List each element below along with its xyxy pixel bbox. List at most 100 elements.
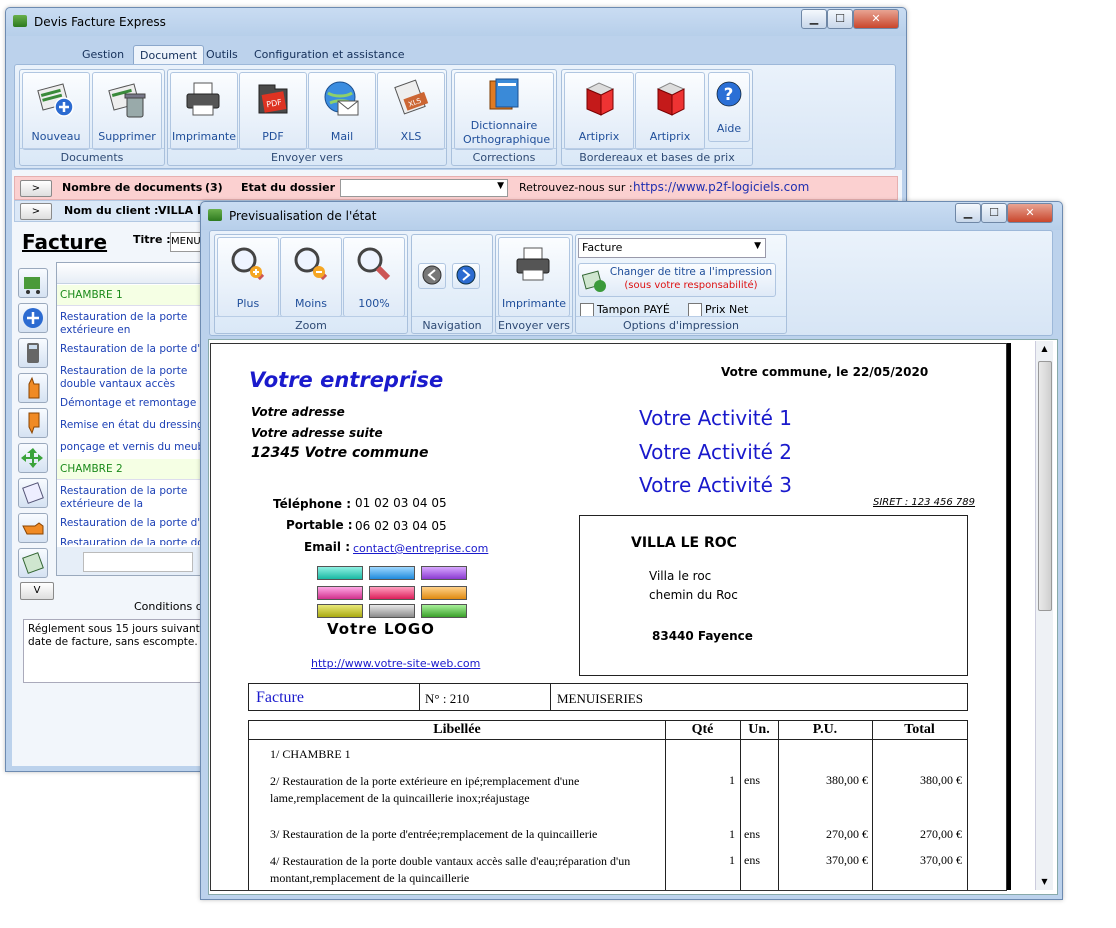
list-item[interactable]: Restauration de la porte double vantaux … xyxy=(60,365,200,391)
scroll-thumb[interactable] xyxy=(1038,361,1052,611)
website-link[interactable]: https://www.p2f-logiciels.com xyxy=(633,180,809,194)
maximize-button[interactable]: ☐ xyxy=(981,203,1007,223)
list-item[interactable]: Restauration de la porte dou xyxy=(60,537,202,545)
client-value: VILLA LE ROC xyxy=(158,204,203,217)
tab-gestion[interactable]: Gestion xyxy=(76,45,130,64)
zoom-out-icon xyxy=(294,247,328,281)
group-separator xyxy=(168,148,446,149)
close-button[interactable]: ✕ xyxy=(1007,203,1053,223)
collapse-button[interactable]: V xyxy=(20,582,54,600)
expand-info-button[interactable]: > xyxy=(20,180,52,197)
change-title-button[interactable]: Changer de titre a l'impression (sous vo… xyxy=(578,263,776,297)
email-link[interactable]: contact@entreprise.com xyxy=(353,542,488,555)
group-print-options: Facture ▼ Changer de titre a l'impressio… xyxy=(575,234,787,334)
logo-tile xyxy=(421,566,467,580)
doc-count-label: Nombre de documents xyxy=(62,181,203,194)
scroll-up-arrow-icon[interactable]: ▲ xyxy=(1036,341,1053,357)
company-address1: Votre adresse xyxy=(251,405,345,419)
list-item[interactable]: CHAMBRE 1 xyxy=(60,289,202,302)
website-link[interactable]: http://www.votre-site-web.com xyxy=(311,657,480,670)
new-button[interactable]: Nouveau xyxy=(22,72,90,150)
tab-document[interactable]: Document xyxy=(133,45,204,65)
list-item[interactable]: ponçage et vernis du meuble xyxy=(60,441,202,454)
list-item[interactable]: Restauration de la porte extérieure de l… xyxy=(60,485,200,511)
zoom-out-button[interactable]: Moins xyxy=(280,237,342,317)
phone-label: Téléphone : xyxy=(273,497,352,511)
scroll-down-arrow-icon[interactable]: ▼ xyxy=(1036,874,1053,890)
expand-client-button[interactable]: > xyxy=(20,203,52,220)
print-preview-button[interactable]: Imprimante xyxy=(498,237,570,317)
status-select[interactable]: ▼ xyxy=(340,179,508,197)
print-preview-label: Imprimante xyxy=(501,297,567,310)
list-item[interactable]: CHAMBRE 2 xyxy=(60,463,202,476)
tab-outils[interactable]: Outils xyxy=(200,45,244,64)
line-unit: ens xyxy=(744,853,760,867)
xls-icon: XLS xyxy=(394,79,429,115)
header-total: Total xyxy=(904,722,935,737)
logo-tile xyxy=(421,604,467,618)
preview-titlebar[interactable]: Previsualisation de l'état ▁ ☐ ✕ xyxy=(201,202,1062,230)
delete-button-label: Supprimer xyxy=(98,130,156,143)
title-input[interactable]: MENUISERIES xyxy=(170,232,202,252)
artiprix-button-1[interactable]: Artiprix xyxy=(564,72,634,150)
copy-button[interactable] xyxy=(18,478,48,508)
hand-up-button[interactable] xyxy=(18,373,48,403)
move-button[interactable] xyxy=(18,443,48,473)
nav-last-button[interactable] xyxy=(452,263,480,289)
minimize-button[interactable]: ▁ xyxy=(801,9,827,29)
line-total: 270,00 € xyxy=(920,827,962,841)
printer-button[interactable]: Imprimante xyxy=(170,72,238,150)
delete-button[interactable]: Supprimer xyxy=(92,72,162,150)
list-item[interactable]: Remise en état du dressing s xyxy=(60,419,202,432)
list-item[interactable]: Restauration de la porte extérieure en i… xyxy=(60,311,200,337)
help-button[interactable]: ? Aide xyxy=(708,72,750,142)
logo-tile xyxy=(369,566,415,580)
list-item[interactable]: Démontage et remontage de xyxy=(60,397,202,410)
zoom-in-label: Plus xyxy=(236,297,260,310)
hand-point-button[interactable] xyxy=(18,513,48,543)
dictionary-icon xyxy=(489,78,519,110)
vertical-scrollbar[interactable]: ▲ ▼ xyxy=(1035,341,1053,890)
artiprix-button-2[interactable]: Artiprix xyxy=(635,72,705,150)
phone-value: 01 02 03 04 05 xyxy=(355,496,447,510)
main-titlebar[interactable]: Devis Facture Express ▁ ☐ ✕ xyxy=(6,8,906,36)
logo-tile xyxy=(317,604,363,618)
title-label: Titre : xyxy=(133,233,171,246)
conditions-textarea[interactable]: Réglement sous 15 jours suivant la date … xyxy=(23,619,203,683)
logo-tile xyxy=(317,566,363,580)
zoom-100-button[interactable]: 100% xyxy=(343,237,405,317)
group-send-preview: Imprimante Envoyer vers xyxy=(495,234,573,334)
grid-footer-input[interactable] xyxy=(83,552,193,572)
logo-text: Votre LOGO xyxy=(327,620,435,638)
last-page-icon xyxy=(456,265,476,285)
spreadsheet-button[interactable] xyxy=(18,548,48,578)
tab-configuration[interactable]: Configuration et assistance xyxy=(248,45,411,64)
new-document-icon xyxy=(37,83,74,117)
info-bar: > Nombre de documents (3) Etat du dossie… xyxy=(14,176,898,200)
close-button[interactable]: ✕ xyxy=(853,9,899,29)
cart-button[interactable] xyxy=(18,268,48,298)
tampon-paye-checkbox[interactable] xyxy=(580,303,594,317)
hand-down-button[interactable] xyxy=(18,408,48,438)
company-address2: Votre adresse suite xyxy=(251,426,383,440)
mail-button[interactable]: Mail xyxy=(308,72,376,150)
list-item[interactable]: Restauration de la porte d'en xyxy=(60,517,202,530)
date-line: Votre commune, le 22/05/2020 xyxy=(721,365,929,379)
add-line-button[interactable] xyxy=(18,303,48,333)
xls-button[interactable]: XLS XLS xyxy=(377,72,445,150)
pdf-button[interactable]: PDF PDF xyxy=(239,72,307,150)
nav-first-button[interactable] xyxy=(418,263,446,289)
hand-point-icon xyxy=(22,522,44,535)
prix-net-checkbox[interactable] xyxy=(688,303,702,317)
minimize-button[interactable]: ▁ xyxy=(955,203,981,223)
client-label: Nom du client : xyxy=(64,204,159,217)
list-item[interactable]: Restauration de la porte d'entrée;rempla… xyxy=(60,343,202,356)
preview-window-title: Previsualisation de l'état xyxy=(229,209,377,223)
zoom-in-button[interactable]: Plus xyxy=(217,237,279,317)
maximize-button[interactable]: ☐ xyxy=(827,9,853,29)
calculator-button[interactable] xyxy=(18,338,48,368)
logo-tile xyxy=(421,586,467,600)
doc-type-select[interactable]: Facture ▼ xyxy=(578,238,766,258)
doc-header-row: Facture N° : 210 MENUISERIES xyxy=(248,683,968,711)
dictionary-button[interactable]: Dictionnaire Orthographique xyxy=(454,72,554,150)
